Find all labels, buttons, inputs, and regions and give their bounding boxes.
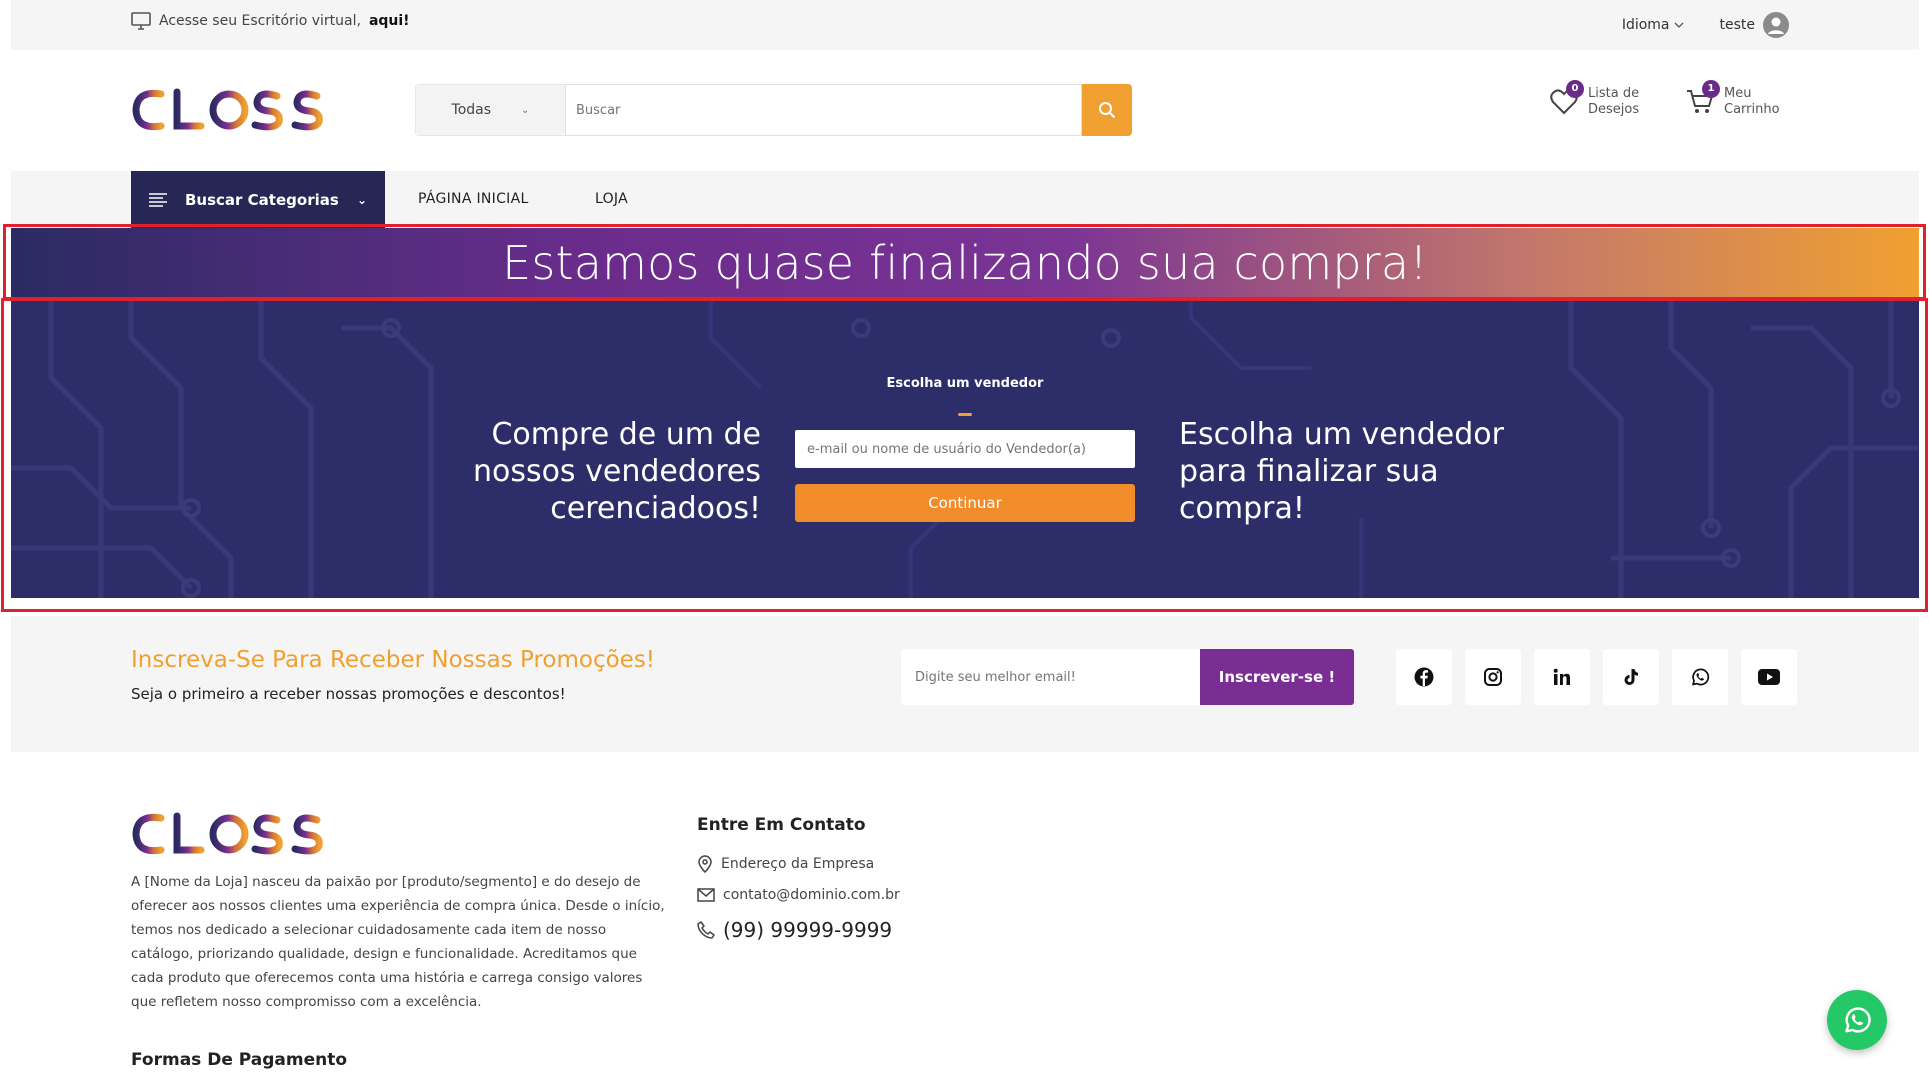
vendor-input[interactable] (795, 430, 1135, 468)
footer-closs-logo[interactable] (131, 810, 323, 858)
monitor-icon (131, 12, 151, 30)
facebook-icon (1414, 667, 1434, 687)
search-icon (1099, 102, 1116, 119)
top-bar: Acesse seu Escritório virtual, aqui! Idi… (11, 0, 1919, 50)
menu-lines-icon (149, 192, 167, 207)
newsletter-email-input[interactable] (901, 649, 1200, 705)
closs-logo[interactable] (131, 86, 323, 134)
tiktok-button[interactable] (1603, 649, 1659, 705)
wishlist-icon-wrap: 0 (1548, 80, 1584, 118)
newsletter-subtitle: Seja o primeiro a receber nossas promoçõ… (131, 685, 566, 703)
main-nav: Buscar Categorias ⌄ PÁGINA INICIAL LOJA (11, 171, 1919, 228)
continue-button[interactable]: Continuar (795, 484, 1135, 522)
subscribe-button[interactable]: Inscrever-se ! (1200, 649, 1354, 705)
chevron-down-icon (1674, 22, 1683, 28)
browse-categories-button[interactable]: Buscar Categorias ⌄ (131, 171, 385, 228)
newsletter-section: Inscreva-Se Para Receber Nossas Promoçõe… (11, 616, 1919, 752)
envelope-icon (697, 888, 715, 902)
wishlist-link[interactable]: 0 Lista de Desejos (1548, 80, 1639, 118)
chevron-down-icon: ⌄ (356, 192, 367, 207)
payment-methods-title: Formas De Pagamento (131, 1050, 348, 1070)
newsletter-title: Inscreva-Se Para Receber Nossas Promoçõe… (131, 647, 656, 673)
orange-divider (958, 413, 972, 416)
search-category-value: Todas (451, 102, 492, 118)
facebook-button[interactable] (1396, 649, 1452, 705)
page: Acesse seu Escritório virtual, aqui! Idi… (0, 0, 1929, 1079)
youtube-button[interactable] (1741, 649, 1797, 705)
vendor-left-text: Compre de um de nossos vendedores cerenc… (472, 417, 761, 526)
wishlist-label-line1: Lista de (1588, 86, 1640, 101)
contact-phone[interactable]: (99) 99999-9999 (697, 918, 892, 942)
tiktok-icon (1624, 669, 1638, 685)
address-text: Endereço da Empresa (721, 856, 875, 872)
language-label: Idioma (1621, 17, 1670, 33)
map-pin-icon (698, 855, 712, 873)
cart-icon-wrap: 1 (1684, 80, 1720, 118)
phone-icon (697, 921, 715, 939)
vendor-right-text: Escolha um vendedor para finalizar sua c… (1179, 417, 1504, 526)
whatsapp-icon (1692, 668, 1710, 686)
top-bar-right: Idioma teste (1622, 12, 1789, 38)
search-category-select[interactable]: Todas ⌄ (415, 84, 565, 136)
email-text[interactable]: contato@dominio.com.br (723, 887, 900, 903)
checkout-banner-title: Estamos quase finalizando sua compra! (502, 236, 1428, 290)
cart-link[interactable]: 1 Meu Carrinho (1684, 80, 1780, 118)
vendor-form-label: Escolha um vendedor (886, 376, 1044, 391)
user-menu[interactable]: teste (1719, 12, 1789, 38)
whatsapp-button[interactable] (1672, 649, 1728, 705)
cart-count-badge: 1 (1702, 80, 1720, 98)
linkedin-button[interactable] (1534, 649, 1590, 705)
browse-categories-label: Buscar Categorias (185, 190, 339, 209)
virtual-office-text: Acesse seu Escritório virtual, (159, 13, 361, 29)
virtual-office-link[interactable]: Acesse seu Escritório virtual, aqui! (131, 12, 410, 30)
phone-text[interactable]: (99) 99999-9999 (723, 918, 892, 942)
wishlist-label: Lista de Desejos (1588, 86, 1639, 118)
contact-email[interactable]: contato@dominio.com.br (697, 887, 900, 903)
user-avatar-icon (1763, 12, 1789, 38)
cart-label-line1: Meu (1724, 86, 1752, 101)
username: teste (1719, 17, 1756, 33)
contact-title: Entre Em Contato (697, 815, 866, 835)
search-bar: Todas ⌄ (415, 84, 1132, 136)
linkedin-icon (1553, 668, 1570, 685)
language-dropdown[interactable]: Idioma (1622, 17, 1684, 33)
contact-address: Endereço da Empresa (697, 855, 874, 873)
chevron-down-icon: ⌄ (521, 104, 530, 116)
about-text: A [Nome da Loja] nasceu da paixão por [p… (131, 874, 665, 1010)
virtual-office-link-text[interactable]: aqui! (369, 13, 410, 29)
youtube-icon (1758, 669, 1780, 685)
wishlist-label-line2: Desejos (1588, 102, 1640, 117)
whatsapp-icon (1845, 1007, 1871, 1033)
checkout-banner: Estamos quase finalizando sua compra! (11, 228, 1919, 298)
instagram-icon (1484, 668, 1502, 686)
cart-label: Meu Carrinho (1724, 86, 1780, 118)
vendor-form: Escolha um vendedor Continuar (795, 376, 1135, 522)
wishlist-count-badge: 0 (1566, 80, 1584, 98)
search-button[interactable] (1082, 84, 1132, 136)
vendor-selection-section: Compre de um de nossos vendedores cerenc… (11, 298, 1919, 598)
whatsapp-floating-button[interactable] (1827, 990, 1887, 1050)
header: Todas ⌄ 0 Lista de Desejos 1 (0, 50, 1929, 170)
instagram-button[interactable] (1465, 649, 1521, 705)
cart-label-line2: Carrinho (1724, 102, 1780, 117)
nav-link-home[interactable]: PÁGINA INICIAL (418, 191, 529, 207)
nav-link-shop[interactable]: LOJA (595, 191, 628, 207)
search-input[interactable] (565, 84, 1082, 136)
